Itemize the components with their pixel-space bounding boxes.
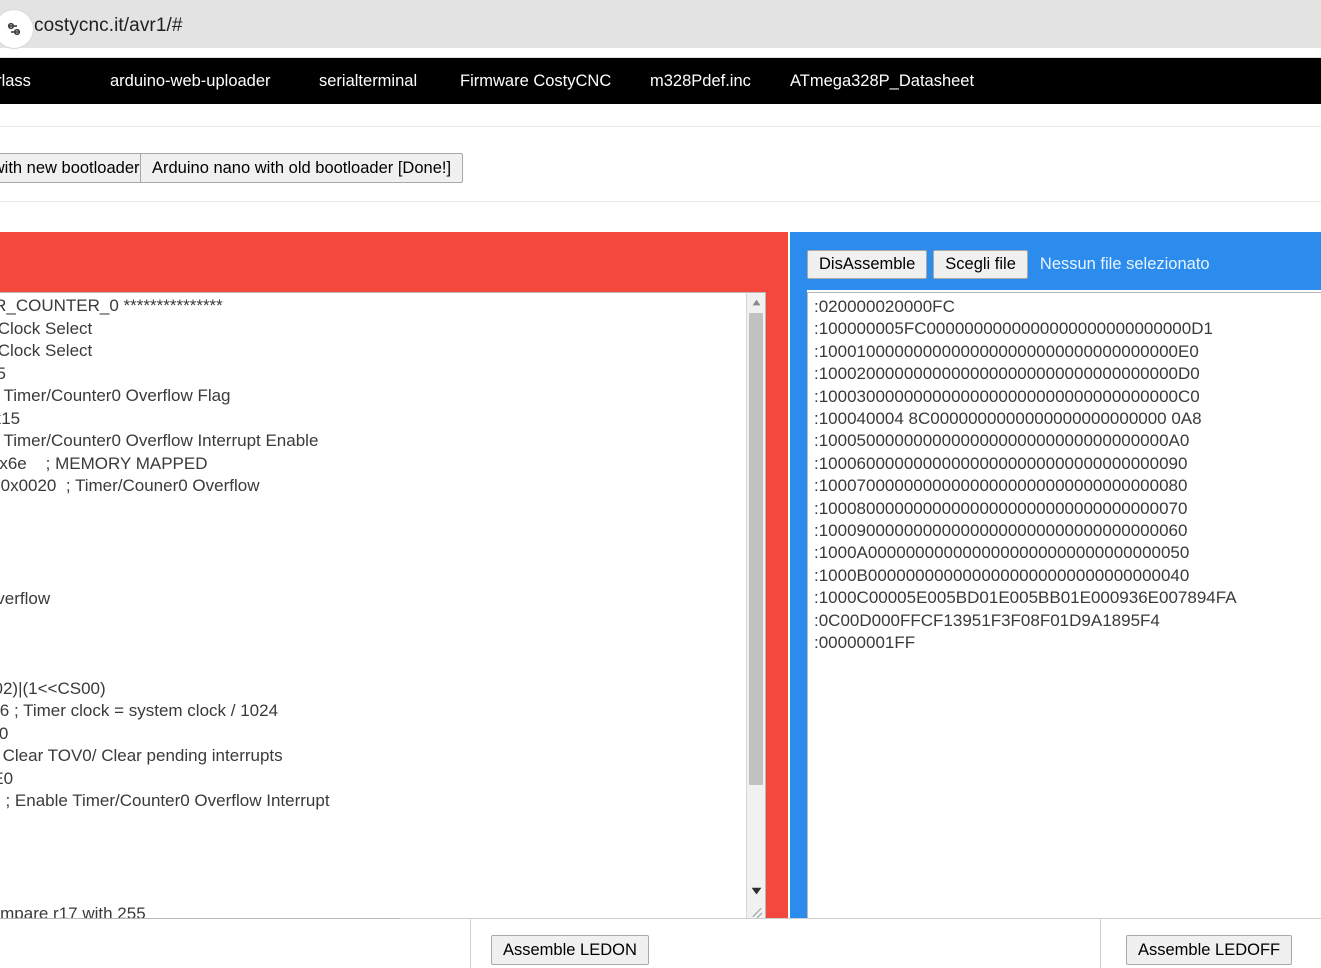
- nav-item-serialterminal[interactable]: serialterminal: [319, 58, 417, 104]
- site-navbar: g-avrlass arduino-web-uploader serialter…: [0, 58, 1321, 104]
- hex-output-text[interactable]: :020000020000FC :100000005FC000000000000…: [814, 296, 1237, 655]
- disassembler-panel-strip: [790, 232, 807, 918]
- assembly-code-text[interactable]: ;************ TIMER_COUNTER_0 **********…: [0, 295, 330, 918]
- nav-item-avrlass[interactable]: g-avrlass: [0, 58, 31, 104]
- sliders-icon[interactable]: [0, 9, 34, 49]
- content-divider-top: [0, 126, 1321, 127]
- file-status-label: Nessun file selezionato: [1039, 255, 1210, 273]
- browser-omnibox: costycnc.it/avr1/#: [0, 0, 1321, 58]
- disassembler-toolbar: DisAssemble Scegli file Nessun file sele…: [807, 250, 1210, 279]
- editor-scrollbar[interactable]: [746, 293, 765, 918]
- triangle-down-icon[interactable]: [747, 882, 765, 900]
- url-text[interactable]: costycnc.it/avr1/#: [34, 15, 183, 37]
- browser-page: costycnc.it/avr1/# g-avrlass arduino-web…: [0, 0, 1321, 968]
- old-bootloader-button[interactable]: Arduino nano with old bootloader [Done!]: [140, 153, 464, 183]
- assemble-ledoff-button[interactable]: Assemble LEDOFF: [1126, 935, 1293, 965]
- assemble-ledon-button[interactable]: Assemble LEDON: [491, 935, 649, 965]
- bottom-divider-right: [1100, 919, 1101, 968]
- resize-grip-icon[interactable]: [747, 900, 765, 918]
- bottom-divider: [400, 918, 1321, 919]
- disassemble-button[interactable]: DisAssemble: [807, 250, 928, 279]
- bottom-divider-left: [470, 919, 471, 968]
- triangle-up-icon[interactable]: [747, 293, 765, 311]
- nav-item-atmega328p-datasheet[interactable]: ATmega328P_Datasheet: [790, 58, 974, 104]
- omnibox-bottom-edge: [0, 48, 1321, 58]
- nav-item-firmware-costycnc[interactable]: Firmware CostyCNC: [460, 58, 611, 104]
- assembly-code-editor[interactable]: ;************ TIMER_COUNTER_0 **********…: [0, 292, 766, 919]
- hex-output-panel[interactable]: :020000020000FC :100000005FC000000000000…: [807, 292, 1321, 919]
- editor-scrollbar-thumb[interactable]: [749, 313, 763, 785]
- nav-item-m328pdef-inc[interactable]: m328Pdef.inc: [650, 58, 751, 104]
- choose-file-button[interactable]: Scegli file: [933, 250, 1028, 279]
- nav-item-arduino-web-uploader[interactable]: arduino-web-uploader: [110, 58, 271, 104]
- content-divider-middle: [0, 201, 1321, 202]
